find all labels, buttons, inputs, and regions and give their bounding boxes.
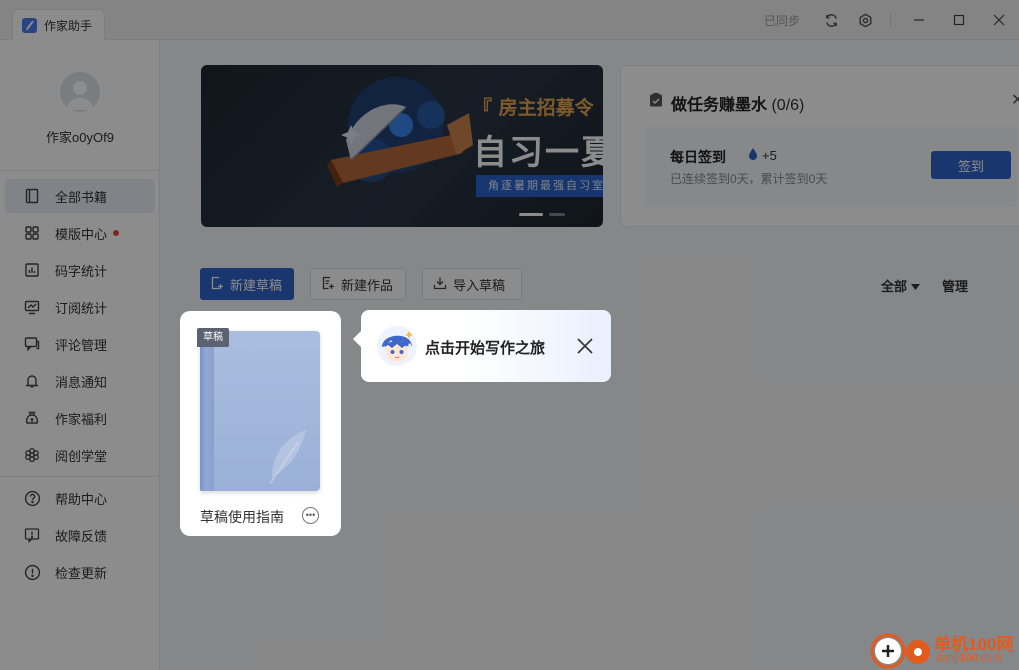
watermark-url: danji100.com: [936, 652, 1002, 664]
more-options-icon[interactable]: •••: [302, 507, 319, 524]
book-cover[interactable]: [200, 331, 320, 491]
mascot-avatar-icon: [377, 326, 417, 366]
tooltip-text: 点击开始写作之旅: [425, 340, 546, 357]
close-icon[interactable]: [575, 336, 595, 356]
book-spine: [200, 331, 214, 491]
book-card[interactable]: 草稿 草稿使用指南 •••: [180, 311, 341, 536]
watermark: 单机100网 danji100.com: [870, 630, 1019, 670]
feather-icon: [269, 430, 306, 485]
book-title[interactable]: 草稿使用指南: [200, 507, 284, 527]
draft-badge: 草稿: [197, 328, 229, 347]
onboarding-tooltip: 点击开始写作之旅: [353, 310, 611, 382]
watermark-logo-icon: [870, 633, 930, 669]
